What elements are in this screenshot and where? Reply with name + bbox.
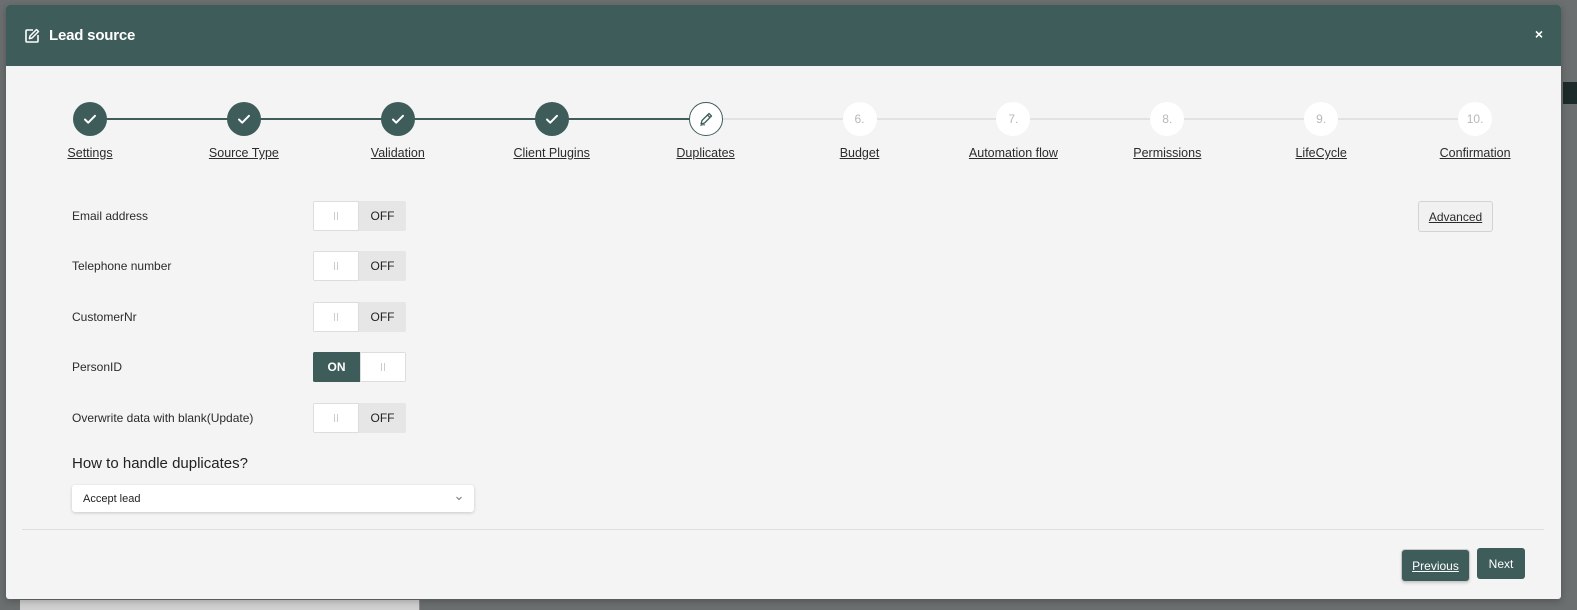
check-icon <box>226 102 261 136</box>
toggle-knob <box>313 302 359 332</box>
customernr-toggle[interactable]: OFF <box>313 302 406 332</box>
step-label: LifeCycle <box>1295 146 1347 160</box>
toggle-knob <box>313 403 359 433</box>
step-settings[interactable]: Settings <box>20 102 160 160</box>
wizard-stepper: Settings Source Type Validation Client Plug… <box>6 66 1561 176</box>
modal-title: Lead source <box>49 27 136 44</box>
field-row-overwrite: Overwrite data with blank(Update) OFF <box>72 403 406 433</box>
duplicate-handling-select[interactable]: Accept lead <box>72 485 474 512</box>
toggle-knob <box>360 352 406 382</box>
field-row-telephone: Telephone number OFF <box>72 251 406 281</box>
step-label: Automation flow <box>968 146 1058 160</box>
next-button[interactable]: Next <box>1477 548 1525 579</box>
toggle-state: OFF <box>359 201 406 231</box>
previous-button[interactable]: Previous <box>1402 550 1469 581</box>
step-permissions[interactable]: 8. Permissions <box>1097 102 1237 160</box>
field-row-email: Email address OFF <box>72 201 406 231</box>
field-label: Telephone number <box>72 259 172 273</box>
telephone-toggle[interactable]: OFF <box>313 251 406 281</box>
step-number: 8. <box>1150 102 1185 136</box>
step-label: Client Plugins <box>513 146 590 160</box>
step-label: Source Type <box>208 146 279 160</box>
email-toggle[interactable]: OFF <box>313 201 406 231</box>
toggle-state: ON <box>313 352 360 382</box>
check-icon <box>380 102 415 136</box>
field-label: Email address <box>72 209 149 223</box>
step-client-plugins[interactable]: Client Plugins <box>482 102 622 160</box>
toggle-state: OFF <box>359 403 406 433</box>
step-number: 6. <box>842 102 877 136</box>
step-label: Confirmation <box>1439 146 1511 160</box>
step-label: Settings <box>67 146 113 160</box>
step-label: Duplicates <box>676 146 735 160</box>
backdrop-panel <box>20 600 420 610</box>
check-icon <box>73 102 107 136</box>
advanced-button[interactable]: Advanced <box>1418 201 1493 232</box>
step-validation[interactable]: Validation <box>328 102 468 160</box>
footer-divider <box>22 529 1544 530</box>
step-number: 9. <box>1304 102 1339 136</box>
toggle-knob <box>313 201 359 231</box>
modal-header: Lead source × <box>6 5 1561 66</box>
toggle-state: OFF <box>359 302 406 332</box>
toggle-state: OFF <box>359 251 406 281</box>
toggle-knob <box>313 251 359 281</box>
pencil-icon <box>688 102 723 136</box>
duplicates-heading: How to handle duplicates? <box>72 455 248 472</box>
step-budget[interactable]: 6. Budget <box>790 102 930 160</box>
step-label: Permissions <box>1133 146 1202 160</box>
field-label: Overwrite data with blank(Update) <box>72 411 254 425</box>
overwrite-toggle[interactable]: OFF <box>313 403 406 433</box>
edit-icon <box>24 28 40 44</box>
step-number: 10. <box>1458 102 1493 136</box>
field-row-personid: PersonID ON <box>72 352 406 382</box>
step-lifecycle[interactable]: 9. LifeCycle <box>1251 102 1391 160</box>
field-label: PersonID <box>72 360 123 374</box>
close-icon[interactable]: × <box>1535 27 1543 41</box>
check-icon <box>534 102 569 136</box>
step-number: 7. <box>996 102 1031 136</box>
personid-toggle[interactable]: ON <box>313 352 406 382</box>
lead-source-modal: Lead source × Settings Source Type Validat… <box>6 5 1561 599</box>
step-duplicates[interactable]: Duplicates <box>636 102 776 160</box>
step-source-type[interactable]: Source Type <box>174 102 314 160</box>
step-label: Validation <box>370 146 425 160</box>
chevron-down-icon <box>454 493 464 503</box>
field-label: CustomerNr <box>72 310 137 324</box>
backdrop-element <box>1563 82 1577 104</box>
step-confirmation[interactable]: 10. Confirmation <box>1405 102 1545 160</box>
field-row-customernr: CustomerNr OFF <box>72 302 406 332</box>
step-automation-flow[interactable]: 7. Automation flow <box>943 102 1083 160</box>
select-value: Accept lead <box>83 492 141 505</box>
step-label: Budget <box>839 146 880 160</box>
